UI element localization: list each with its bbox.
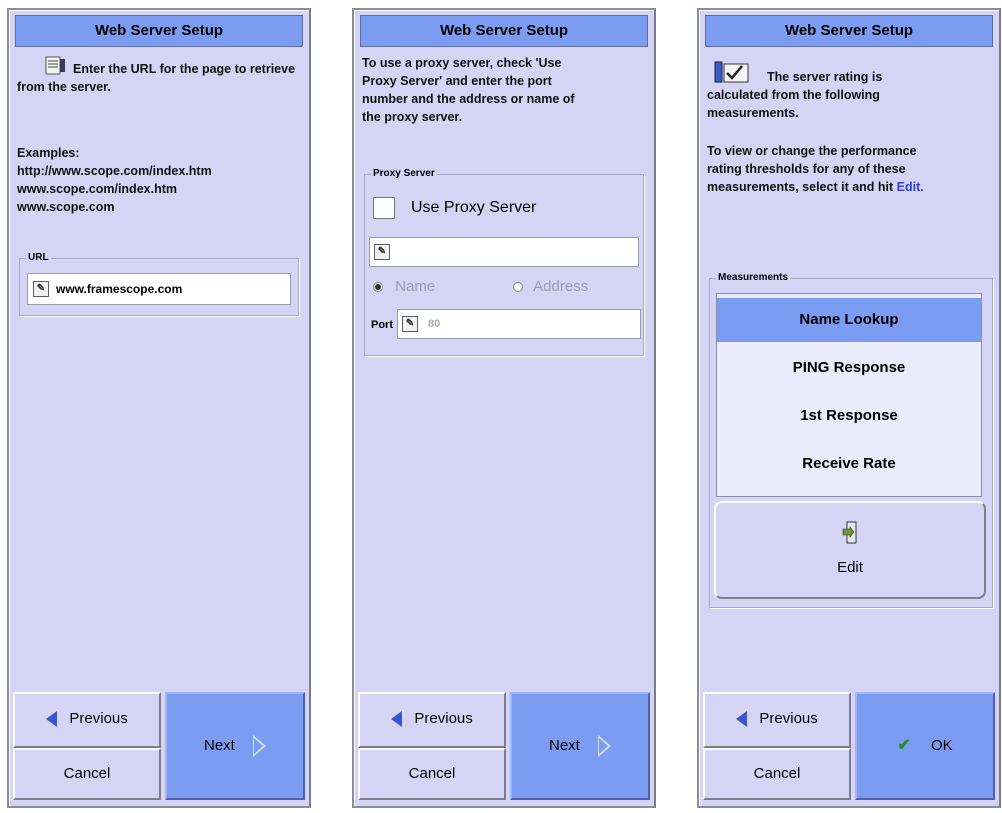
measurement-item-receive-rate[interactable]: Receive Rate bbox=[717, 442, 981, 486]
measurements-list[interactable]: Name Lookup PING Response 1st Response R… bbox=[716, 293, 982, 497]
instruction-line-3: number and the address or name of bbox=[362, 92, 575, 106]
previous-button[interactable]: Previous bbox=[703, 692, 851, 748]
url-setup-panel: Web Server Setup Enter the URL for the p… bbox=[7, 8, 311, 808]
cancel-button[interactable]: Cancel bbox=[703, 748, 851, 800]
instruction-line-4: the proxy server. bbox=[362, 110, 463, 124]
port-value: 80 bbox=[428, 318, 441, 330]
next-button[interactable]: Next bbox=[510, 692, 650, 800]
instruction-line-1: To use a proxy server, check 'Use bbox=[362, 56, 562, 70]
info-line-2: rating thresholds for any of these bbox=[707, 162, 906, 176]
checkmark-icon: ✔ bbox=[897, 737, 911, 754]
ok-button[interactable]: ✔ OK bbox=[855, 692, 995, 800]
edit-button[interactable]: Edit bbox=[714, 501, 986, 599]
proxy-group-label: Proxy Server bbox=[371, 168, 437, 180]
arrow-right-icon bbox=[253, 735, 266, 758]
info-line-3: measurements, select it and hit Edit. bbox=[707, 180, 924, 194]
examples-label: Examples: bbox=[17, 146, 80, 160]
url-group: URL ✎ www.framescope.com bbox=[19, 252, 299, 316]
measurement-item-ping-response[interactable]: PING Response bbox=[717, 346, 981, 390]
previous-button[interactable]: Previous bbox=[358, 692, 506, 748]
intro-line-1: The server rating is bbox=[767, 70, 883, 84]
intro-line-3: measurements. bbox=[707, 106, 799, 120]
url-input-value: www.framescope.com bbox=[56, 282, 183, 296]
example-1: http://www.scope.com/index.htm bbox=[17, 164, 212, 178]
proxy-setup-panel: Web Server Setup To use a proxy server, … bbox=[352, 8, 656, 808]
panel-title: Web Server Setup bbox=[15, 15, 303, 47]
address-radio-indicator[interactable] bbox=[513, 282, 523, 293]
measurement-item-name-lookup[interactable]: Name Lookup bbox=[717, 298, 981, 342]
instruction-line-2: Proxy Server' and enter the port bbox=[362, 74, 552, 88]
arrow-left-icon bbox=[46, 711, 58, 728]
cancel-button[interactable]: Cancel bbox=[13, 748, 161, 800]
proxy-address-input[interactable]: ✎ bbox=[369, 237, 639, 267]
example-3: www.scope.com bbox=[17, 200, 115, 214]
info-line-1: To view or change the performance bbox=[707, 144, 917, 158]
use-proxy-label[interactable]: Use Proxy Server bbox=[411, 199, 536, 217]
edit-door-icon bbox=[842, 521, 858, 545]
use-proxy-checkbox[interactable] bbox=[373, 197, 395, 219]
measurement-item-1st-response[interactable]: 1st Response bbox=[717, 394, 981, 438]
example-2: www.scope.com/index.htm bbox=[17, 182, 177, 196]
intro-line-2: calculated from the following bbox=[707, 88, 880, 102]
panel-title: Web Server Setup bbox=[360, 15, 648, 47]
keyboard-icon[interactable]: ✎ bbox=[402, 316, 418, 332]
edit-button-label: Edit bbox=[837, 559, 863, 576]
arrow-right-icon bbox=[598, 735, 611, 758]
measurements-group: Measurements Name Lookup PING Response 1… bbox=[709, 272, 993, 608]
cancel-button[interactable]: Cancel bbox=[358, 748, 506, 800]
arrow-left-icon bbox=[736, 711, 748, 728]
arrow-left-icon bbox=[391, 711, 403, 728]
instruction-text: Enter the URL for the page to retrieve f… bbox=[17, 62, 296, 94]
keyboard-icon[interactable]: ✎ bbox=[374, 244, 390, 260]
next-button[interactable]: Next bbox=[165, 692, 305, 800]
server-rating-panel: Web Server Setup The server rating is ca… bbox=[697, 8, 1001, 808]
name-radio[interactable]: Name bbox=[373, 278, 435, 295]
measurements-group-label: Measurements bbox=[716, 272, 791, 284]
url-group-label: URL bbox=[26, 252, 51, 264]
keyboard-icon[interactable]: ✎ bbox=[33, 281, 49, 297]
port-input[interactable]: ✎ 80 bbox=[397, 309, 641, 339]
proxy-server-group: Proxy Server Use Proxy Server ✎ Name Add… bbox=[364, 168, 644, 356]
previous-button[interactable]: Previous bbox=[13, 692, 161, 748]
url-input[interactable]: ✎ www.framescope.com bbox=[27, 273, 291, 305]
rating-check-icon bbox=[713, 58, 753, 88]
name-radio-indicator[interactable] bbox=[373, 282, 383, 293]
port-label: Port bbox=[371, 319, 393, 331]
edit-link[interactable]: Edit. bbox=[897, 180, 924, 194]
address-radio[interactable]: Address bbox=[513, 278, 588, 295]
panel-title: Web Server Setup bbox=[705, 15, 993, 47]
